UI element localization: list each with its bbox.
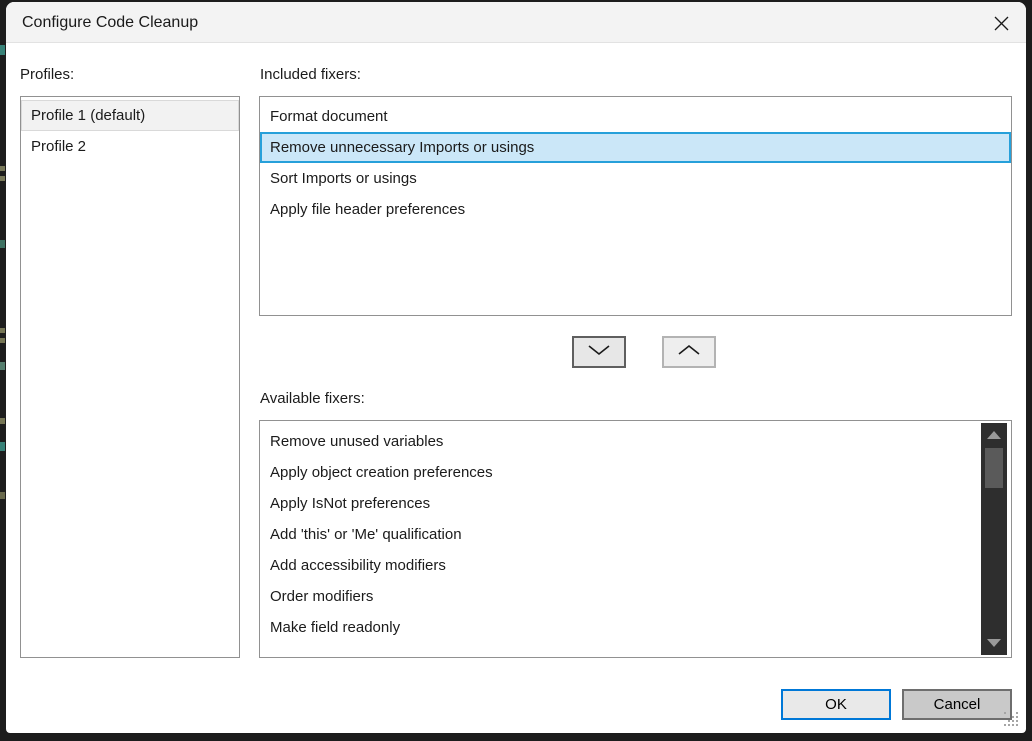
available-fixer-item[interactable]: Make field readonly	[260, 612, 1011, 643]
profiles-label: Profiles:	[20, 66, 74, 83]
scroll-up-icon[interactable]	[987, 431, 1001, 439]
available-fixer-item[interactable]: Apply object creation preferences	[260, 457, 1011, 488]
background-bleed	[0, 362, 5, 370]
close-icon	[994, 16, 1009, 31]
resize-grip[interactable]	[1004, 712, 1020, 728]
chevron-up-icon	[676, 343, 702, 361]
included-fixer-item[interactable]: Format document	[260, 101, 1011, 132]
available-fixer-item[interactable]: Add 'this' or 'Me' qualification	[260, 519, 1011, 550]
background-bleed	[0, 176, 5, 181]
profile-item[interactable]: Profile 1 (default)	[21, 100, 239, 131]
background-bleed	[0, 328, 5, 333]
available-fixer-item[interactable]: Add accessibility modifiers	[260, 550, 1011, 581]
included-fixer-item[interactable]: Apply file header preferences	[260, 194, 1011, 225]
profile-item[interactable]: Profile 2	[21, 131, 239, 162]
scrollbar-thumb[interactable]	[985, 448, 1003, 488]
included-fixers-listbox: Format document Remove unnecessary Impor…	[259, 96, 1012, 316]
cancel-button[interactable]: Cancel	[902, 689, 1012, 720]
background-bleed	[0, 166, 5, 171]
chevron-down-icon	[586, 343, 612, 361]
included-fixer-item[interactable]: Sort Imports or usings	[260, 163, 1011, 194]
available-fixer-item[interactable]: Order modifiers	[260, 581, 1011, 612]
included-fixers-label: Included fixers:	[260, 66, 361, 83]
move-up-button[interactable]	[662, 336, 716, 368]
background-bleed	[0, 492, 5, 499]
vertical-scrollbar[interactable]	[981, 423, 1007, 655]
resize-grip-dots	[1004, 712, 1006, 714]
available-fixer-item[interactable]: Remove unused variables	[260, 426, 1011, 457]
ok-button[interactable]: OK	[781, 689, 891, 720]
background-bleed	[0, 45, 5, 55]
background-bleed	[0, 338, 5, 343]
move-down-button[interactable]	[572, 336, 626, 368]
profiles-listbox: Profile 1 (default) Profile 2	[20, 96, 240, 658]
available-fixers-listbox: Remove unused variables Apply object cre…	[259, 420, 1012, 658]
background-bleed	[0, 418, 5, 424]
title-bar: Configure Code Cleanup	[6, 2, 1026, 43]
dialog-title: Configure Code Cleanup	[22, 2, 198, 43]
scroll-down-icon[interactable]	[987, 639, 1001, 647]
background-bleed	[0, 442, 5, 451]
available-fixers-label: Available fixers:	[260, 390, 365, 407]
close-button[interactable]	[986, 9, 1016, 37]
background-bleed	[0, 240, 5, 248]
included-fixer-item-selected[interactable]: Remove unnecessary Imports or usings	[260, 132, 1011, 163]
configure-code-cleanup-dialog: Configure Code Cleanup Profiles: Include…	[6, 2, 1026, 733]
available-fixer-item[interactable]: Apply IsNot preferences	[260, 488, 1011, 519]
